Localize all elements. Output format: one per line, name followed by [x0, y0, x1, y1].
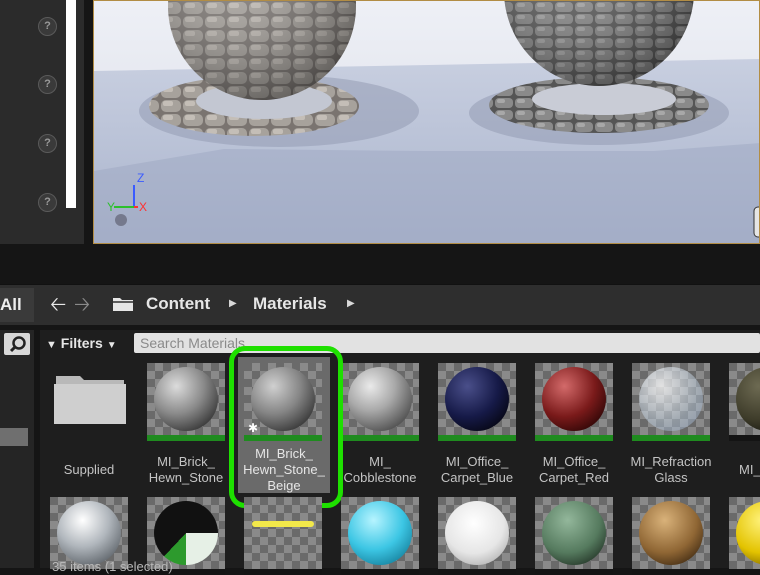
material-sphere-icon — [57, 501, 121, 565]
axis-x-label: X — [139, 200, 147, 214]
selection-highlight-ring — [229, 346, 343, 508]
breadcrumb-chevron-icon[interactable]: ▶ — [347, 294, 355, 314]
level-viewport[interactable]: Z Y X — [93, 0, 760, 244]
material-sphere-icon — [542, 501, 606, 565]
axis-y-label: Y — [107, 200, 115, 214]
forward-arrow-icon[interactable]: 🡢 — [74, 295, 90, 315]
asset-tile[interactable] — [438, 497, 516, 575]
help-icon[interactable]: ? — [38, 17, 57, 36]
sources-selected-item[interactable] — [0, 428, 28, 446]
breadcrumb-content[interactable]: Content — [146, 294, 210, 314]
sources-panel — [0, 330, 34, 568]
axis-z-label: Z — [137, 171, 144, 185]
material-sphere-icon — [639, 501, 703, 565]
asset-label: MI_Brick_ Hewn_Stone — [148, 454, 224, 485]
breadcrumb-chevron-icon[interactable]: ▶ — [229, 294, 237, 314]
material-sphere-icon — [639, 367, 703, 431]
help-icon[interactable]: ? — [38, 75, 57, 94]
asset-tile[interactable] — [341, 363, 419, 441]
viewport-scene: Z Y X — [94, 1, 759, 243]
asset-tile[interactable] — [244, 497, 322, 575]
asset-tile[interactable] — [147, 363, 225, 441]
status-text: 35 items (1 selected) — [52, 559, 173, 574]
breadcrumb-materials[interactable]: Materials — [253, 294, 327, 314]
search-input[interactable] — [140, 333, 740, 353]
folder-icon — [54, 376, 126, 424]
help-icon[interactable]: ? — [38, 193, 57, 212]
asset-label: MI_Refraction Glass — [630, 454, 712, 485]
back-arrow-icon[interactable]: 🡠 — [50, 295, 66, 315]
asset-tile[interactable] — [632, 497, 710, 575]
asset-label: Supplied — [63, 462, 115, 477]
chevron-down-icon: ▼ — [106, 340, 117, 351]
asset-label: MI_ — [739, 462, 760, 477]
asset-tile[interactable] — [729, 363, 760, 441]
asset-label: MI_ Cobblestone — [343, 454, 417, 485]
asset-tile[interactable] — [632, 363, 710, 441]
material-sphere-icon — [348, 367, 412, 431]
asset-label: MI_Office_ Carpet_Red — [538, 454, 610, 485]
filters-button[interactable]: ▼ Filters ▼ — [46, 332, 128, 354]
material-sphere-icon — [348, 501, 412, 565]
material-sphere-icon — [542, 367, 606, 431]
asset-tile[interactable] — [438, 363, 516, 441]
help-icon[interactable]: ? — [38, 134, 57, 153]
material-sphere-icon — [445, 367, 509, 431]
search-icon[interactable] — [4, 333, 30, 355]
material-sphere-icon — [154, 501, 218, 565]
filter-funnel-icon: ▼ — [46, 339, 57, 351]
asset-tile[interactable] — [729, 497, 760, 575]
details-scrollbar[interactable] — [66, 0, 76, 208]
asset-tile[interactable] — [535, 363, 613, 441]
material-sphere-icon — [445, 501, 509, 565]
material-sphere-icon — [154, 367, 218, 431]
asset-tile[interactable] — [535, 497, 613, 575]
decal-preview — [252, 521, 314, 527]
asset-tile-folder[interactable] — [50, 362, 130, 440]
filters-label: Filters — [60, 335, 103, 351]
viewport-help-icon — [115, 214, 127, 226]
search-box[interactable] — [134, 333, 760, 353]
folder-icon[interactable] — [113, 296, 133, 311]
all-button[interactable]: All — [0, 288, 34, 322]
asset-tile[interactable] — [341, 497, 419, 575]
asset-label: MI_Office_ Carpet_Blue — [440, 454, 514, 485]
